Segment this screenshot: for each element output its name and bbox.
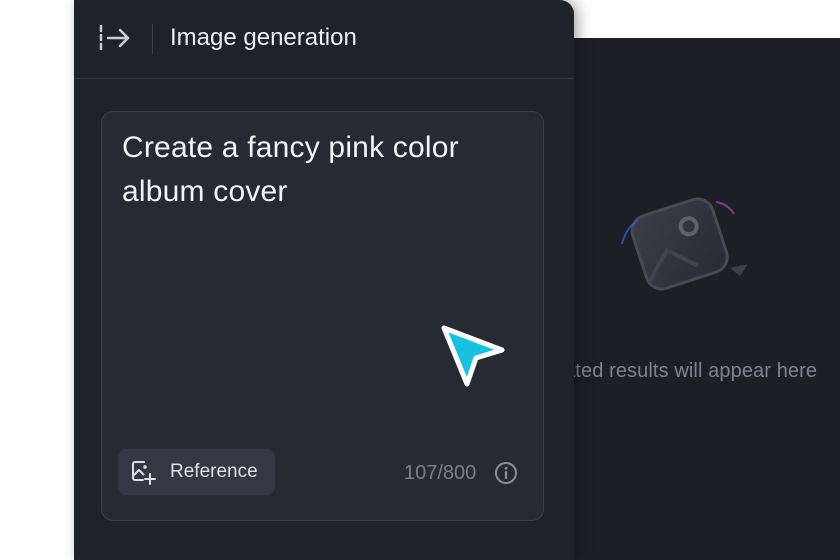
page-title: Image generation [170,24,357,51]
prompt-input-card[interactable]: Create a fancy pink color album cover Re… [101,111,544,521]
add-image-icon [130,459,156,485]
sidebar-toggle-button[interactable] [96,20,132,56]
reference-button-label: Reference [170,461,258,482]
results-panel: Generated results will appear here [508,38,840,560]
character-counter: 107/800 [404,462,477,484]
sidebar-collapse-arrow-icon [99,24,130,51]
image-placeholder-icon [621,197,748,291]
info-icon[interactable] [494,461,518,485]
image-generation-panel: Image generation Create a fancy pink col… [74,0,574,560]
mouse-cursor-icon [441,325,505,387]
panel-header: Image generation [74,0,574,79]
prompt-textarea[interactable]: Create a fancy pink color album cover [122,126,522,214]
header-divider [152,24,153,54]
reference-button[interactable]: Reference [118,449,275,495]
